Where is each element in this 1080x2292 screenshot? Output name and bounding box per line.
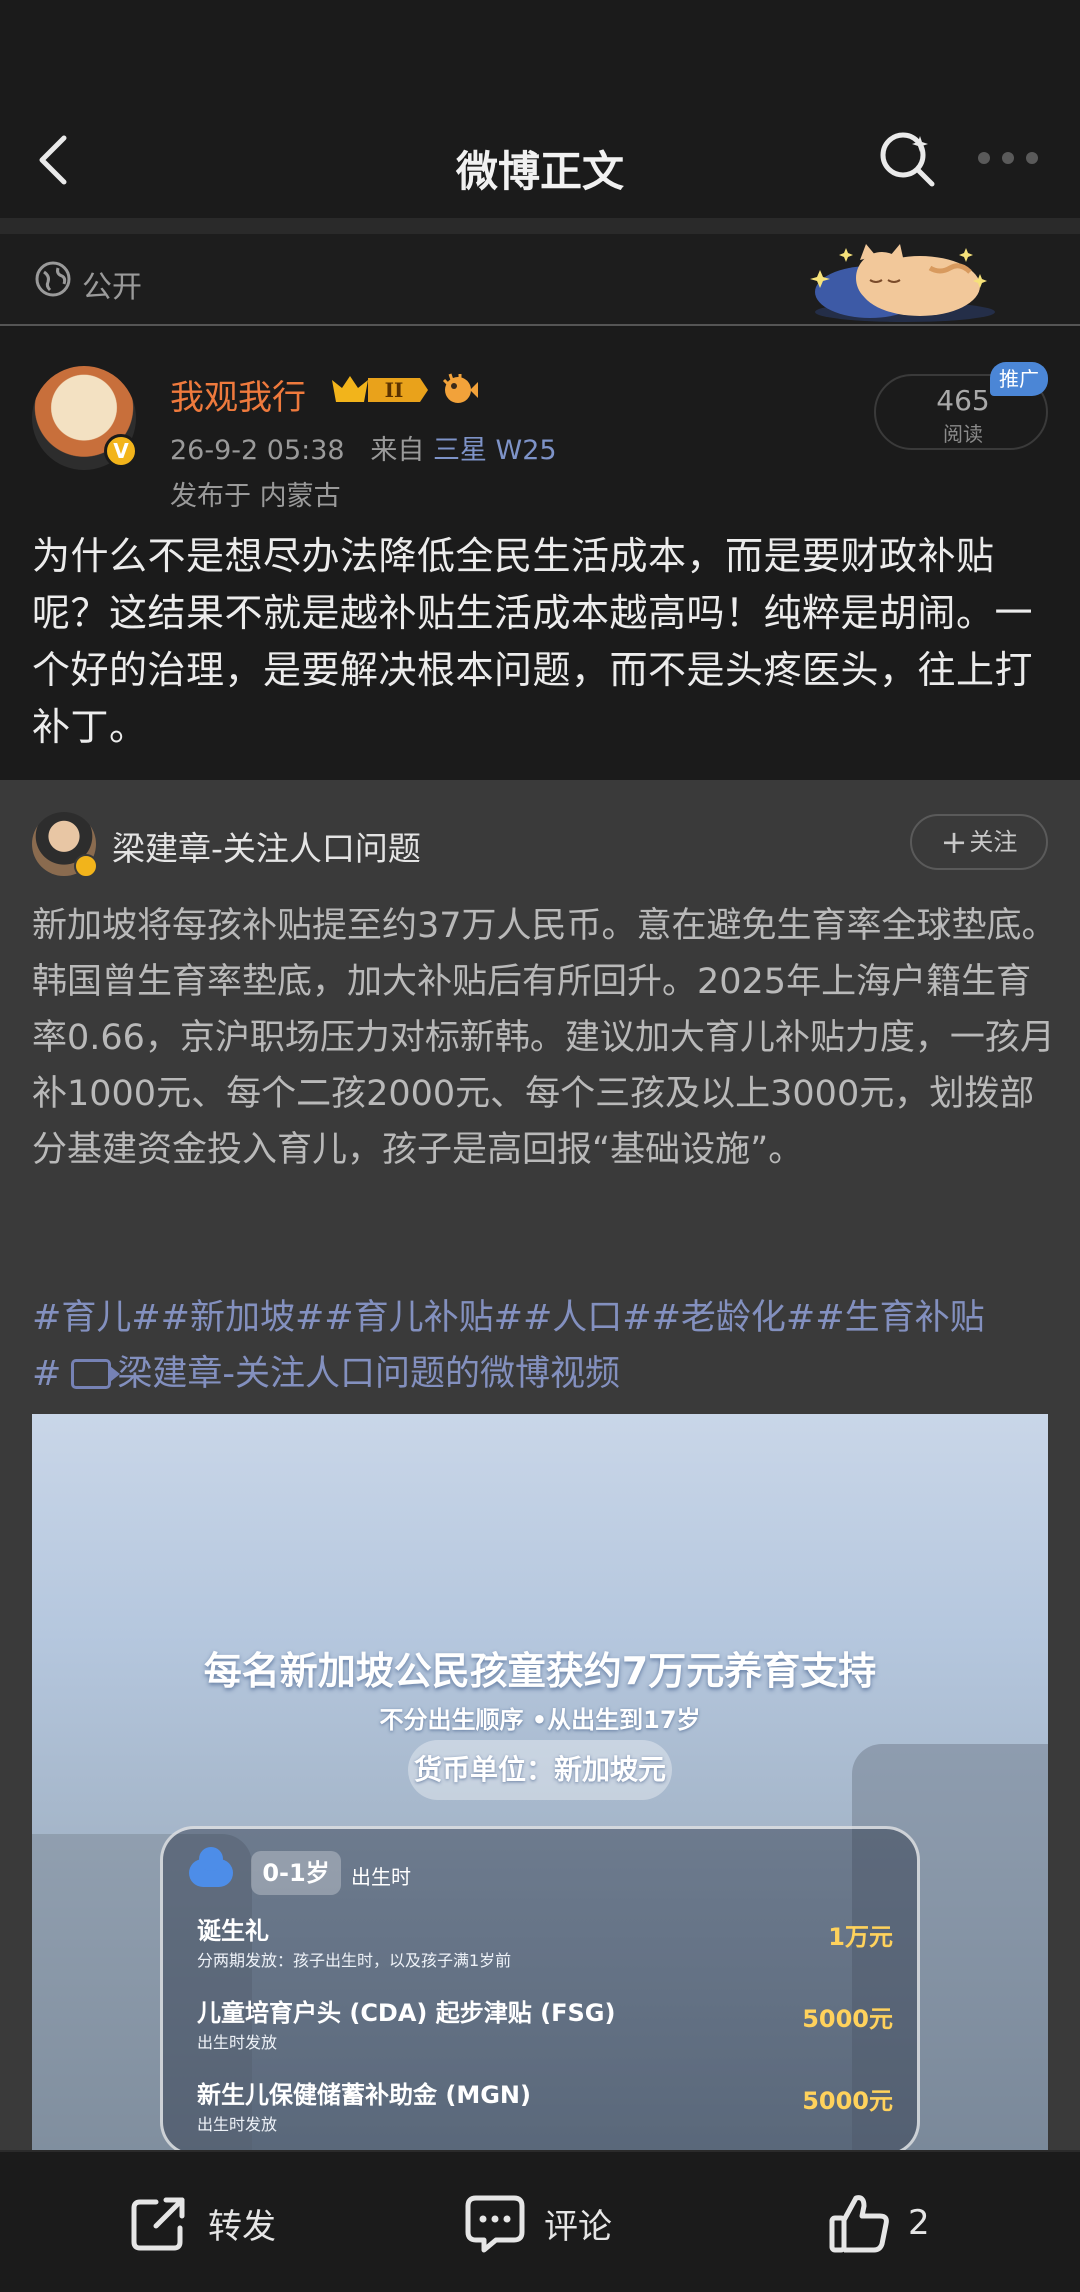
benefit-title: 儿童培育户头 (CDA) 起步津贴 (FSG): [197, 1999, 616, 2027]
video-icon: [71, 1359, 121, 1389]
bottom-action-bar: 转发 评论 2: [0, 2150, 1080, 2292]
post-location: 发布于 内蒙古: [170, 481, 341, 512]
verified-badge-icon: V: [104, 434, 138, 468]
repost-label: 转发: [208, 2206, 276, 2247]
privacy-label: 公开: [82, 270, 142, 305]
sleeping-cat-decoration: [810, 244, 995, 322]
more-icon[interactable]: [978, 152, 1038, 166]
benefit-amount: 1万元: [828, 1923, 893, 1951]
like-count: 2: [908, 2203, 930, 2243]
repost-button[interactable]: 转发: [126, 2188, 276, 2258]
tag-hash[interactable]: #: [32, 1354, 61, 1394]
video-thumbnail[interactable]: 每名新加坡公民孩童获约7万元养育支持 不分出生顺序 •从出生到17岁 货币单位：…: [32, 1414, 1048, 2150]
divider: [0, 218, 1080, 234]
benefit-note: 出生时发放: [197, 2115, 278, 2134]
topic-tags[interactable]: #育儿##新加坡##育儿补贴##人口##老龄化##生育补贴: [32, 1290, 1062, 1346]
level-badge-text: II: [385, 378, 404, 402]
post-text: 为什么不是想尽办法降低全民生活成本，而是要财政补贴呢？这结果不就是越补贴生活成本…: [32, 534, 1034, 749]
top-nav-bar: 微博正文: [0, 0, 1080, 218]
repost-text: 新加坡将每孩补贴提至约37万人民币。意在避免生育率全球垫底。韩国曾生育率垫底，加…: [32, 906, 1057, 1170]
benefit-note: 分两期发放：孩子出生时，以及孩子满1岁前: [197, 1951, 512, 1970]
promo-tag[interactable]: 推广: [990, 362, 1048, 396]
read-label: 阅读: [943, 422, 983, 446]
verified-badge-icon: [74, 854, 98, 878]
video-link[interactable]: 梁建章-关注人口问题的微博视频: [117, 1354, 620, 1394]
follow-label: 关注: [969, 828, 1018, 856]
video-subline: 不分出生顺序 •从出生到17岁: [379, 1706, 701, 1734]
age-tag: 0-1岁: [251, 1851, 341, 1895]
weibo-post: V 我观我行 II 26-9-2 05:38 来自 三星 W25 发布于 内蒙古…: [0, 328, 1080, 780]
from-prefix: 来自: [370, 435, 425, 466]
like-button[interactable]: 2: [826, 2188, 930, 2258]
thumbs-up-icon: [829, 2195, 889, 2253]
benefit-amount: 5000元: [802, 2087, 893, 2115]
comment-button[interactable]: 评论: [462, 2188, 612, 2258]
post-source[interactable]: 三星 W25: [433, 435, 557, 466]
pufferfish-icon[interactable]: [440, 372, 478, 406]
search-icon[interactable]: [876, 128, 938, 190]
reposted-weibo[interactable]: 梁建章-关注人口问题 +关注 新加坡将每孩补贴提至约37万人民币。意在避免生育率…: [0, 780, 1080, 2150]
post-meta: 26-9-2 05:38 来自 三星 W25: [170, 428, 557, 467]
repost-tags: #育儿##新加坡##育儿补贴##人口##老龄化##生育补贴 # 梁建章-关注人口问…: [32, 1290, 1062, 1402]
privacy-row: 公开: [0, 234, 1080, 326]
globe-icon: [35, 261, 71, 297]
benefit-amount: 5000元: [802, 2005, 893, 2033]
comment-icon: [465, 2195, 525, 2253]
video-headline: 每名新加坡公民孩童获约7万元养育支持: [203, 1649, 877, 1693]
benefit-card: 0-1岁 出生时 诞生礼 分两期发放：孩子出生时，以及孩子满1岁前 1万元 儿童…: [160, 1826, 920, 2150]
benefit-note: 出生时发放: [197, 2033, 278, 2052]
age-note: 出生时: [351, 1865, 411, 1889]
share-icon: [131, 2197, 185, 2251]
plus-icon: +: [940, 823, 968, 861]
currency-pill: 货币单位：新加坡元: [408, 1740, 672, 1800]
repost-author-name[interactable]: 梁建章-关注人口问题: [112, 822, 421, 870]
crown-badge-icon[interactable]: II: [328, 370, 428, 410]
video-link-line[interactable]: # 梁建章-关注人口问题的微博视频: [32, 1346, 1062, 1402]
benefit-title: 诞生礼: [197, 1917, 269, 1945]
comment-label: 评论: [544, 2206, 612, 2247]
author-name[interactable]: 我观我行: [170, 370, 306, 419]
benefit-title: 新生儿保健储蓄补助金 (MGN): [197, 2081, 531, 2109]
post-time: 26-9-2 05:38: [170, 435, 345, 466]
follow-button[interactable]: +关注: [910, 814, 1048, 870]
cloud-icon: [189, 1847, 233, 1887]
